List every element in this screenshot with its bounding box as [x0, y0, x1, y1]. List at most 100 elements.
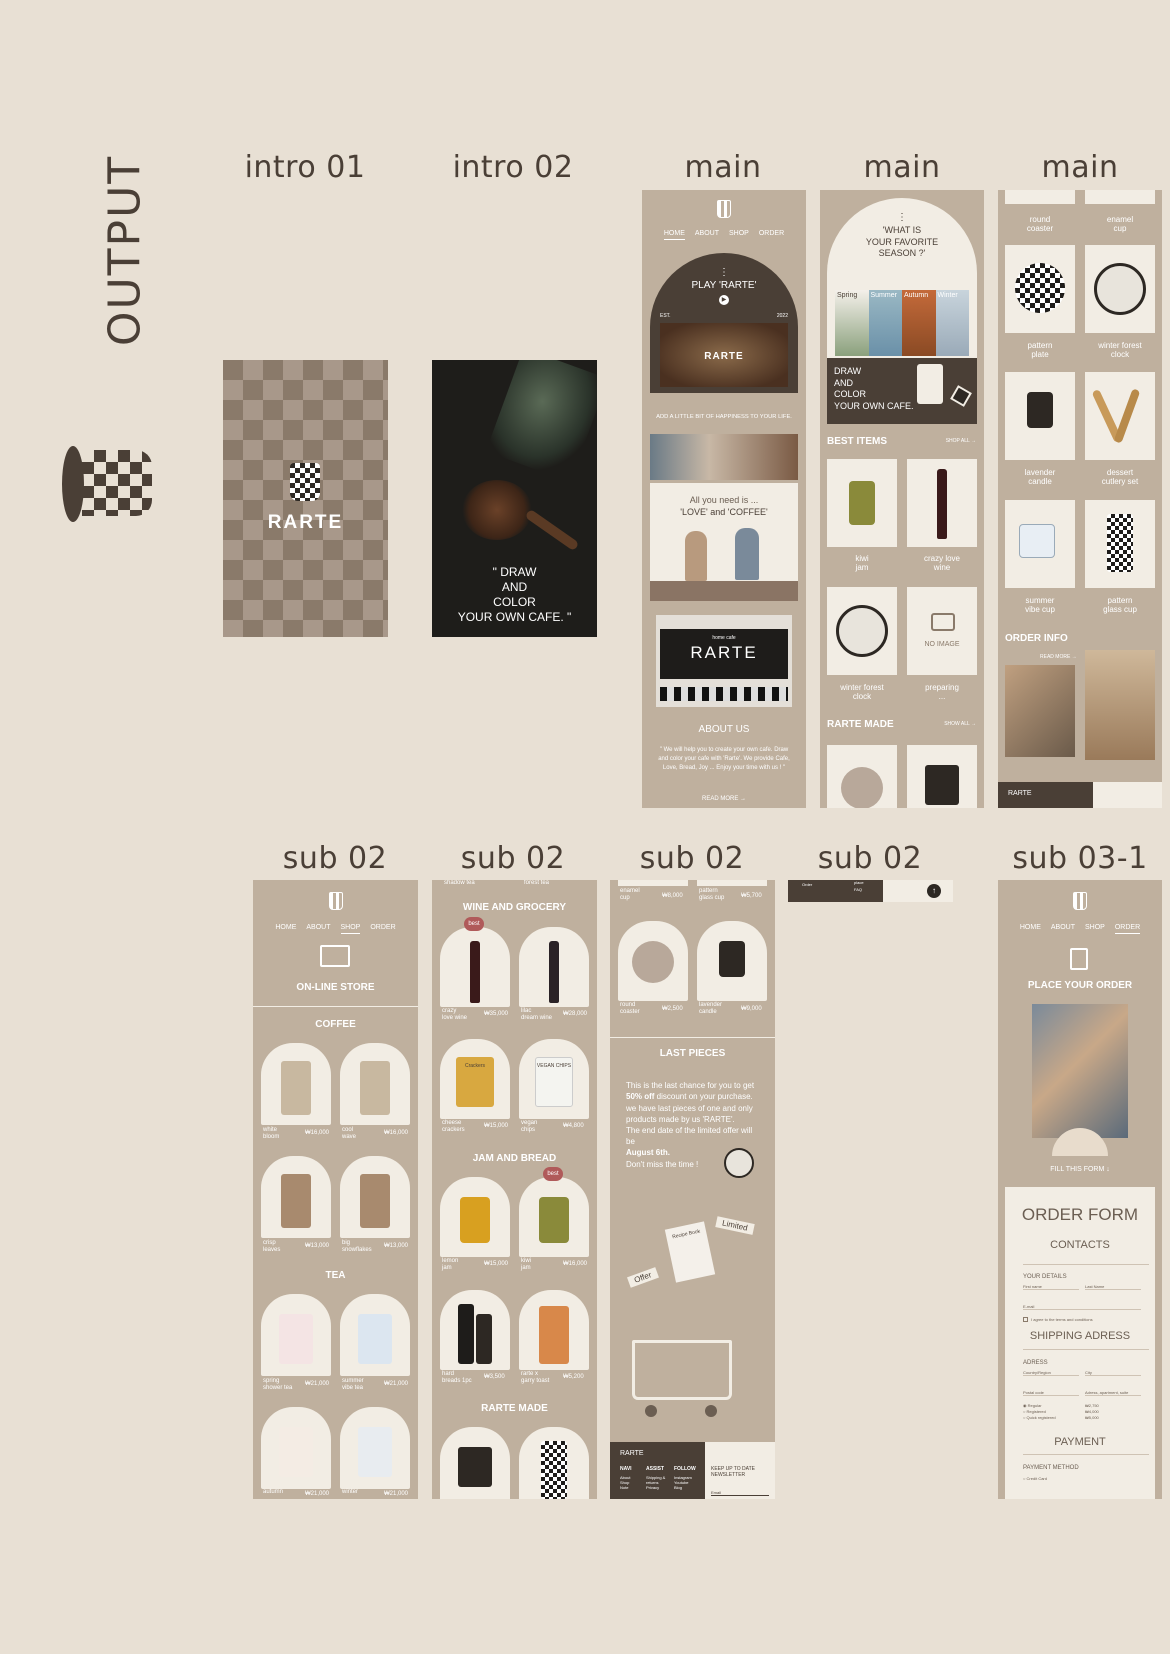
- footer-follow-items[interactable]: Instagram Youtube Blog: [674, 1475, 692, 1490]
- footer-place-link[interactable]: place: [854, 880, 864, 885]
- shipping-options[interactable]: ◉ Regular ○ Registered ○ Quick registere…: [1023, 1403, 1056, 1421]
- product-card[interactable]: [519, 927, 589, 1007]
- footer-faq-link[interactable]: FAQ: [854, 887, 862, 892]
- product-card[interactable]: [1085, 372, 1155, 460]
- product-card[interactable]: [340, 1156, 410, 1238]
- product-card[interactable]: [618, 921, 688, 1001]
- nav-order[interactable]: ORDER: [759, 230, 784, 240]
- sub3-screen[interactable]: enamel cup ₩8,000 pattern glass cup ₩5,7…: [610, 880, 775, 1499]
- product-card[interactable]: [440, 927, 510, 1007]
- play-icon[interactable]: ▶: [719, 295, 729, 305]
- nav-home[interactable]: HOME: [1020, 924, 1041, 934]
- product-card[interactable]: [907, 459, 977, 547]
- shop-all-link[interactable]: SHOP ALL →: [946, 438, 976, 444]
- first-name-field[interactable]: First name: [1023, 1284, 1079, 1290]
- product-card[interactable]: [1085, 245, 1155, 333]
- bread-bag-icon: [458, 1304, 474, 1364]
- draw-banner[interactable]: DRAW AND COLOR YOUR OWN CAFE.: [827, 358, 977, 424]
- nav-shop[interactable]: SHOP: [1085, 924, 1105, 934]
- product-card[interactable]: [261, 1043, 331, 1125]
- product-card[interactable]: [1005, 500, 1075, 588]
- leaf-image: [485, 360, 597, 483]
- country-field[interactable]: Country/Region: [1023, 1370, 1079, 1376]
- product-card[interactable]: [340, 1043, 410, 1125]
- read-more-link[interactable]: READ MORE →: [1040, 654, 1077, 660]
- footer-assist-items[interactable]: Shipping & returns Privacy: [646, 1475, 665, 1490]
- product-card[interactable]: [519, 1427, 589, 1499]
- nav-about[interactable]: ABOUT: [306, 924, 330, 934]
- read-more-link[interactable]: READ MORE →: [642, 796, 806, 802]
- payment-title: PAYMENT: [1054, 1436, 1106, 1448]
- product-card[interactable]: [1005, 245, 1075, 333]
- product-card[interactable]: [907, 745, 977, 808]
- intro02-screen[interactable]: " DRAW AND COLOR YOUR OWN CAFE. ": [432, 360, 597, 637]
- season-winter[interactable]: Winter: [935, 290, 969, 356]
- season-summer[interactable]: Summer: [868, 290, 902, 356]
- email-field[interactable]: E-mail: [1023, 1304, 1141, 1310]
- product-card[interactable]: [1005, 372, 1075, 460]
- product-card[interactable]: [827, 587, 897, 675]
- product-card[interactable]: Crackers: [440, 1039, 510, 1119]
- product-card[interactable]: VEGAN CHIPS: [519, 1039, 589, 1119]
- coaster-icon: [632, 941, 674, 983]
- product-card[interactable]: [827, 459, 897, 547]
- season-spring[interactable]: Spring: [835, 290, 869, 356]
- nav-shop[interactable]: SHOP: [340, 924, 361, 934]
- product-card[interactable]: [827, 745, 897, 808]
- main2-screen[interactable]: ⋮ 'WHAT IS YOUR FAVORITE SEASON ?' Sprin…: [820, 190, 984, 808]
- credit-card-option[interactable]: ○ Credit Card: [1023, 1476, 1047, 1481]
- nav-order[interactable]: ORDER: [370, 924, 395, 934]
- tea-pouch-icon: [358, 1314, 392, 1364]
- product-card[interactable]: [261, 1294, 331, 1376]
- product-card[interactable]: [697, 921, 767, 1001]
- product-card[interactable]: [261, 1407, 331, 1489]
- nav-order[interactable]: ORDER: [1114, 924, 1141, 934]
- product-price: ₩13,000: [305, 1243, 330, 1249]
- last-name-field[interactable]: Last Name: [1085, 1284, 1141, 1290]
- product-card[interactable]: [440, 1290, 510, 1370]
- product-card[interactable]: NO IMAGE: [907, 587, 977, 675]
- product-card[interactable]: [1005, 190, 1075, 204]
- sub1-screen[interactable]: HOME ABOUT SHOP ORDER ON-LINE STORE COFF…: [253, 880, 418, 1499]
- intro01-screen[interactable]: RARTE: [223, 360, 388, 637]
- footer-navi-items[interactable]: About Shop Note: [620, 1475, 630, 1490]
- col-title-main-3: main: [1041, 150, 1119, 185]
- postal-field[interactable]: Postal code: [1023, 1390, 1079, 1396]
- intro01-brand: RARTE: [267, 512, 344, 533]
- product-card[interactable]: [261, 1156, 331, 1238]
- nav-shop[interactable]: SHOP: [729, 230, 749, 240]
- product-name: pattern plate: [1027, 341, 1053, 360]
- shipping-option-quick[interactable]: ○ Quick registered: [1023, 1415, 1056, 1421]
- nav-home[interactable]: HOME: [275, 924, 296, 934]
- agree-checkbox[interactable]: [1023, 1317, 1028, 1322]
- product-card[interactable]: [340, 1407, 410, 1489]
- product-card[interactable]: [440, 1177, 510, 1257]
- nav-about[interactable]: ABOUT: [695, 230, 719, 240]
- newsletter-email-input[interactable]: Email: [711, 1490, 769, 1496]
- product-price: ₩15,000: [484, 1123, 509, 1129]
- footer-order-link[interactable]: Order: [802, 882, 812, 887]
- product-card[interactable]: [697, 880, 767, 886]
- main1-screen[interactable]: HOME ABOUT SHOP ORDER ⋮ PLAY 'RARTE' ▶ E…: [642, 190, 806, 808]
- fill-form-link[interactable]: FILL THIS FORM ↓: [998, 1166, 1162, 1173]
- main3-screen[interactable]: round coaster enamel cup pattern plate w…: [998, 190, 1162, 808]
- product-card[interactable]: [618, 880, 688, 886]
- product-card[interactable]: [1085, 500, 1155, 588]
- season-autumn[interactable]: Autumn: [902, 290, 936, 356]
- product-card[interactable]: [340, 1294, 410, 1376]
- show-all-link[interactable]: SHOW ALL →: [944, 721, 976, 727]
- play-video-thumb[interactable]: RARTE: [660, 323, 788, 387]
- product-card[interactable]: [440, 1427, 510, 1499]
- sub4-screen[interactable]: Order place FAQ ↑: [788, 880, 953, 902]
- sub5-screen[interactable]: HOME ABOUT SHOP ORDER PLACE YOUR ORDER F…: [998, 880, 1162, 1499]
- product-card[interactable]: [519, 1290, 589, 1370]
- nav-home[interactable]: HOME: [663, 230, 685, 240]
- product-card[interactable]: [1085, 190, 1155, 204]
- city-field[interactable]: City: [1085, 1370, 1141, 1376]
- apt-field[interactable]: Adress, apartment, suite: [1085, 1390, 1141, 1396]
- product-card[interactable]: [519, 1177, 589, 1257]
- product-name: shadow tea: [444, 880, 475, 886]
- scroll-top-icon[interactable]: ↑: [927, 884, 941, 898]
- nav-about[interactable]: ABOUT: [1051, 924, 1075, 934]
- sub2-screen[interactable]: shadow tea forest tea WINE AND GROCERY b…: [432, 880, 597, 1499]
